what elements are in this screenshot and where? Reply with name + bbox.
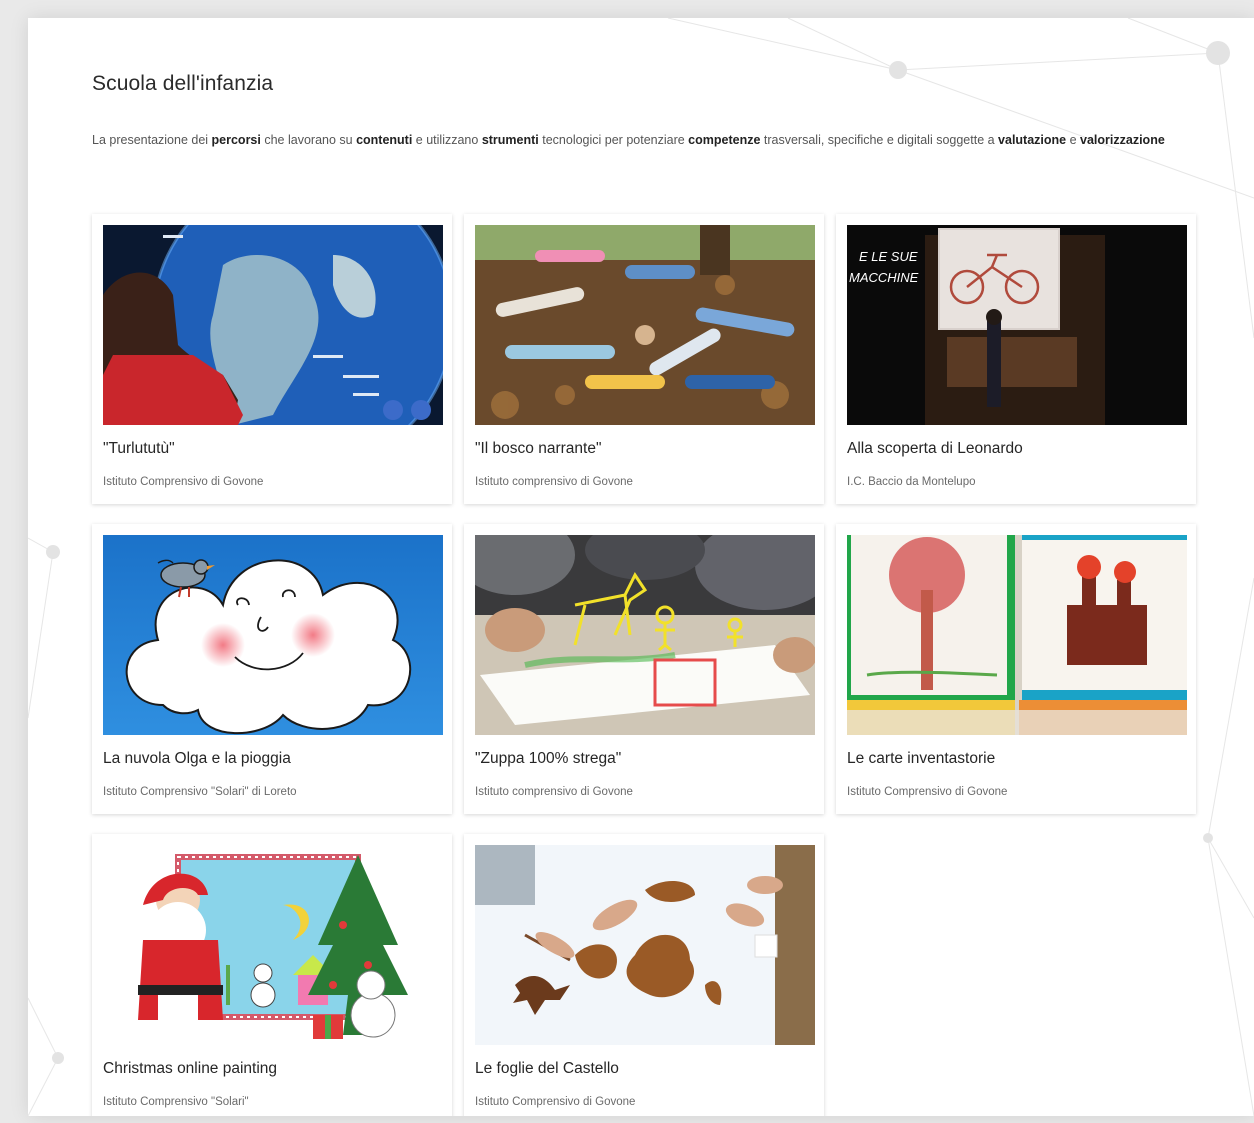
intro-keyword: strumenti (481, 133, 539, 147)
section-title: Scuola dell'infanzia (92, 72, 274, 95)
intro-keyword: valorizzazione (1080, 133, 1165, 147)
card-subtitle: Istituto comprensivo di Govone (475, 786, 633, 798)
card-image-children-drawing[interactable] (475, 535, 815, 735)
course-card-leonardo[interactable]: E LE SUE MACCHINE Alla scoperta di Leona… (836, 214, 1196, 504)
intro-text: trasversali, specifiche e digitali sogge… (760, 133, 999, 147)
intro-keyword: contenuti (356, 133, 413, 147)
card-image-cloud[interactable] (103, 535, 443, 735)
card-image-christmas[interactable] (103, 845, 443, 1045)
card-title[interactable]: "Turlututù" (103, 440, 175, 458)
course-card-carte-inventastorie[interactable]: Le carte inventastorie Istituto Comprens… (836, 524, 1196, 814)
section-intro: La presentazione dei percorsi che lavora… (92, 128, 1172, 152)
course-card-bosco-narrante[interactable]: "Il bosco narrante" Istituto comprensivo… (464, 214, 824, 504)
course-card-zuppa-strega[interactable]: "Zuppa 100% strega" Istituto comprensivo… (464, 524, 824, 814)
card-image-children-leaves[interactable] (475, 225, 815, 425)
image-caption-line2: MACCHINE (849, 270, 919, 285)
card-title[interactable]: "Il bosco narrante" (475, 440, 601, 458)
intro-text: e (1066, 133, 1081, 147)
card-image-children-drawings[interactable] (847, 535, 1187, 735)
course-card-christmas-painting[interactable]: Christmas online painting Istituto Compr… (92, 834, 452, 1116)
card-title[interactable]: Le foglie del Castello (475, 1060, 619, 1078)
card-subtitle: Istituto Comprensivo di Govone (475, 1096, 636, 1108)
image-caption-line1: E LE SUE (859, 249, 918, 264)
course-card-turlututu[interactable]: "Turlututù" Istituto Comprensivo di Govo… (92, 214, 452, 504)
course-card-foglie-castello[interactable]: Le foglie del Castello Istituto Comprens… (464, 834, 824, 1116)
card-subtitle: Istituto Comprensivo di Govone (103, 476, 264, 488)
card-subtitle: Istituto Comprensivo "Solari" (103, 1096, 249, 1108)
card-image-leonardo-bicycle[interactable]: E LE SUE MACCHINE (847, 225, 1187, 425)
intro-keyword: competenze (688, 133, 761, 147)
intro-keyword: percorsi (211, 133, 261, 147)
intro-keyword: valutazione (998, 133, 1067, 147)
card-title[interactable]: La nuvola Olga e la pioggia (103, 750, 291, 768)
course-card-nuvola-olga[interactable]: La nuvola Olga e la pioggia Istituto Com… (92, 524, 452, 814)
page-window: Scuola dell'infanzia La presentazione de… (28, 18, 1254, 1116)
card-subtitle: Istituto Comprensivo di Govone (847, 786, 1008, 798)
card-subtitle: Istituto Comprensivo "Solari" di Loreto (103, 786, 297, 798)
card-title[interactable]: Christmas online painting (103, 1060, 277, 1078)
card-subtitle: Istituto comprensivo di Govone (475, 476, 633, 488)
card-title[interactable]: Le carte inventastorie (847, 750, 995, 768)
card-title[interactable]: "Zuppa 100% strega" (475, 750, 621, 768)
card-subtitle: I.C. Baccio da Montelupo (847, 476, 976, 488)
intro-text: che lavorano su (260, 133, 357, 147)
intro-text: e utilizzano (412, 133, 482, 147)
intro-text: tecnologici per potenziare (538, 133, 689, 147)
card-image-leaves-lighttable[interactable] (475, 845, 815, 1045)
intro-text: La presentazione dei (92, 133, 212, 147)
card-image-globe[interactable] (103, 225, 443, 425)
card-title[interactable]: Alla scoperta di Leonardo (847, 440, 1023, 458)
